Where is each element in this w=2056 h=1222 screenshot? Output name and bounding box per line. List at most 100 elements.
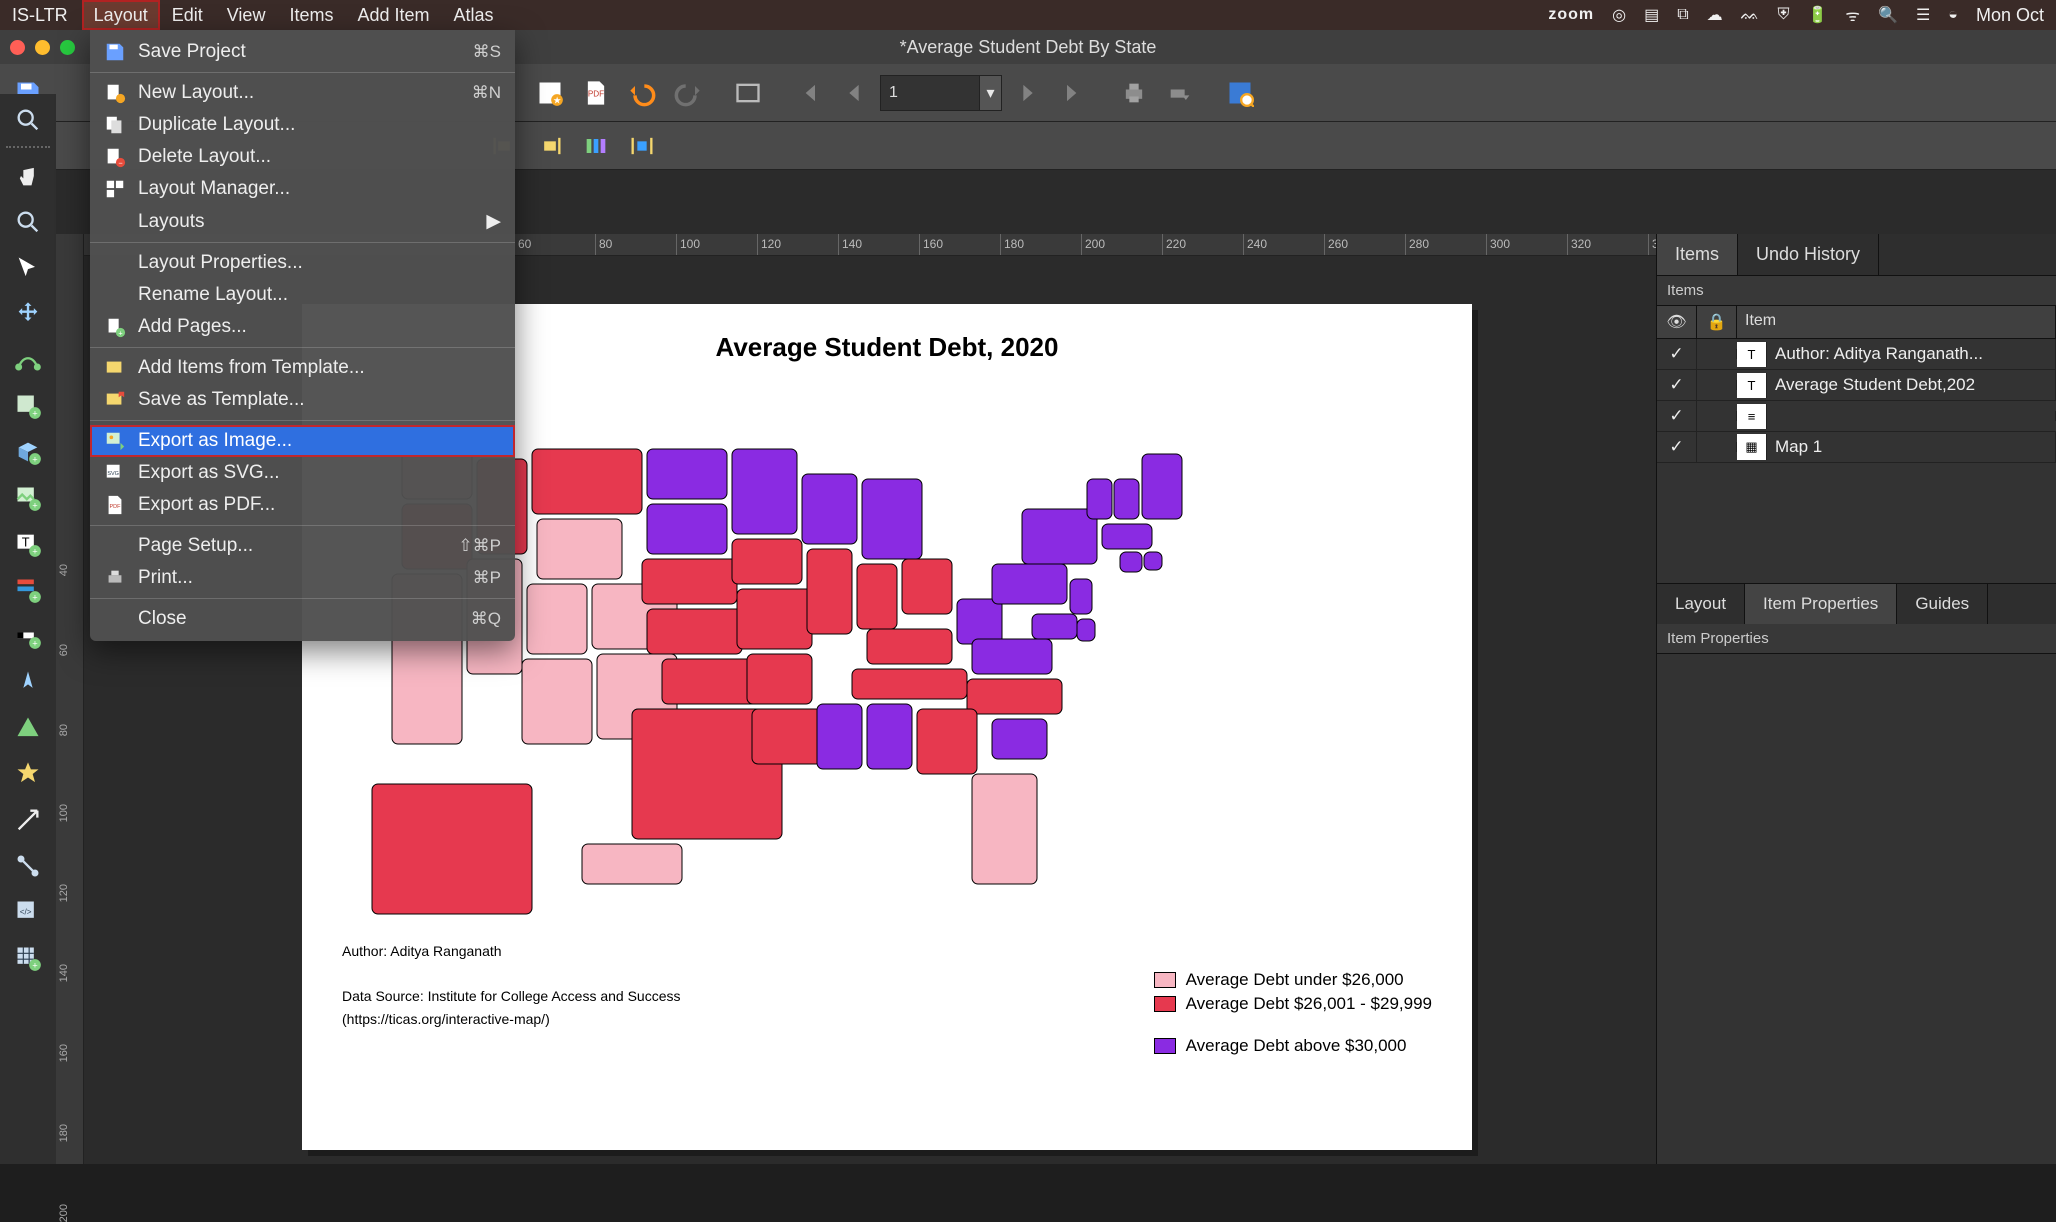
align-right-icon[interactable]: [530, 126, 570, 166]
eye-column-icon: 👁: [1657, 306, 1697, 338]
menu-add-item[interactable]: Add Item: [345, 0, 441, 30]
svg-text:+: +: [32, 639, 37, 649]
prev-page-icon[interactable]: [834, 73, 874, 113]
butterfly-icon: ᨐ: [1741, 6, 1760, 24]
zoom-full-icon[interactable]: [728, 73, 768, 113]
next-page-icon[interactable]: [1008, 73, 1048, 113]
export-pdf-icon[interactable]: PDF: [576, 73, 616, 113]
minimize-window-button[interactable]: [35, 40, 50, 55]
menu-item-page-setup[interactable]: Page Setup...⇧⌘P: [90, 530, 515, 562]
add-table-icon[interactable]: +: [8, 938, 48, 978]
add-arrow-icon[interactable]: [8, 800, 48, 840]
add-northarrow-icon[interactable]: [8, 662, 48, 702]
menu-item-delete-layout[interactable]: −Delete Layout...: [90, 141, 515, 173]
tab-guides[interactable]: Guides: [1897, 584, 1988, 624]
visibility-toggle[interactable]: ✓: [1657, 401, 1697, 431]
menu-item-layout-manager[interactable]: Layout Manager...: [90, 173, 515, 205]
menu-item-save-project[interactable]: Save Project⌘S: [90, 36, 515, 68]
menu-item-layout-properties[interactable]: Layout Properties...: [90, 247, 515, 279]
add-scalebar-icon[interactable]: +: [8, 616, 48, 656]
menu-item-export-as-svg[interactable]: SVGExport as SVG...: [90, 457, 515, 489]
menu-item-duplicate-layout[interactable]: Duplicate Layout...: [90, 109, 515, 141]
panel-section-label: Items: [1657, 276, 2056, 306]
layout-item-row[interactable]: ✓▦Map 1: [1657, 432, 2056, 463]
menubar-clock[interactable]: Mon Oct: [1976, 5, 2044, 26]
layout-item-row[interactable]: ✓TAverage Student Debt,202: [1657, 370, 2056, 401]
print-icon[interactable]: [1114, 73, 1154, 113]
lock-toggle[interactable]: [1697, 349, 1737, 359]
visibility-toggle[interactable]: ✓: [1657, 339, 1697, 369]
move-item-icon[interactable]: [8, 294, 48, 334]
ruler-tick: 60: [58, 644, 70, 656]
add-3dmap-icon[interactable]: +: [8, 432, 48, 472]
lock-toggle[interactable]: [1697, 380, 1737, 390]
redo-icon[interactable]: [668, 73, 708, 113]
atlas-preview-icon[interactable]: [1220, 73, 1260, 113]
svg-text:</>: </>: [20, 907, 32, 916]
menu-item-layouts[interactable]: Layouts▶: [90, 205, 515, 238]
menu-layout[interactable]: Layout: [82, 0, 160, 30]
svg-text:★: ★: [553, 95, 561, 105]
state-va: [972, 639, 1052, 674]
last-page-icon[interactable]: [1054, 73, 1094, 113]
menubar-right: zoom ◎ ▤ ⧉ ☁ ᨐ ⛨ 🔋 ᯤ 🔍 ☰ ◒ Mon Oct: [1548, 4, 2044, 26]
state-ri: [1144, 552, 1162, 570]
menu-item-label: Export as PDF...: [138, 494, 501, 516]
menu-atlas[interactable]: Atlas: [442, 0, 506, 30]
page-number-input[interactable]: [880, 75, 980, 111]
lock-toggle[interactable]: [1697, 442, 1737, 452]
select-tool-icon[interactable]: [8, 248, 48, 288]
add-marker-icon[interactable]: [8, 754, 48, 794]
print-dropdown-icon[interactable]: [1160, 73, 1200, 113]
new-layout-icon[interactable]: ★: [530, 73, 570, 113]
add-image-icon[interactable]: +: [8, 478, 48, 518]
control-center-icon[interactable]: ☰: [1916, 5, 1930, 25]
add-shape-icon[interactable]: [8, 708, 48, 748]
lock-toggle[interactable]: [1697, 411, 1737, 421]
tab-undo-history[interactable]: Undo History: [1738, 234, 1879, 275]
spotlight-icon[interactable]: 🔍: [1878, 5, 1898, 25]
menu-item-save-as-template[interactable]: Save as Template...: [90, 384, 515, 416]
page-number-field[interactable]: ▾: [880, 75, 1002, 111]
pan-tool-icon[interactable]: [8, 156, 48, 196]
distribute-vert-icon[interactable]: [622, 126, 662, 166]
chevron-down-icon[interactable]: ▾: [980, 75, 1002, 111]
first-page-icon[interactable]: [788, 73, 828, 113]
tab-item-properties[interactable]: Item Properties: [1745, 584, 1897, 624]
add-map-icon[interactable]: +: [8, 386, 48, 426]
layout-item-row[interactable]: ✓TAuthor: Aditya Ranganath...: [1657, 339, 2056, 370]
status-icon: ⧉: [1677, 6, 1688, 24]
add-legend-icon[interactable]: +: [8, 570, 48, 610]
zoom-tool2-icon[interactable]: [8, 202, 48, 242]
ruler-tick: 280: [1405, 234, 1429, 256]
menu-item-export-as-pdf[interactable]: PDFExport as PDF...: [90, 489, 515, 521]
add-nodeitem-icon[interactable]: [8, 846, 48, 886]
layout-item-row[interactable]: ✓≡: [1657, 401, 2056, 432]
menu-item-rename-layout[interactable]: Rename Layout...: [90, 279, 515, 311]
zoom-tool-icon[interactable]: [8, 100, 48, 140]
add-html-icon[interactable]: </>: [8, 892, 48, 932]
menu-edit[interactable]: Edit: [160, 0, 215, 30]
zoom-window-button[interactable]: [60, 40, 75, 55]
visibility-toggle[interactable]: ✓: [1657, 432, 1697, 462]
distribute-hor-icon[interactable]: [576, 126, 616, 166]
legend-row: Average Debt under $26,000: [1154, 970, 1432, 990]
menu-item-add-pages[interactable]: +Add Pages...: [90, 311, 515, 343]
tab-layout[interactable]: Layout: [1657, 584, 1745, 624]
state-wy: [537, 519, 622, 579]
menu-item-add-items-from-template[interactable]: Add Items from Template...: [90, 352, 515, 384]
svg-text:T: T: [22, 534, 30, 549]
menu-item-export-as-image[interactable]: Export as Image...: [90, 425, 515, 457]
svg-text:+: +: [32, 409, 37, 419]
menu-view[interactable]: View: [215, 0, 278, 30]
add-label-icon[interactable]: T+: [8, 524, 48, 564]
menu-item-close[interactable]: Close⌘Q: [90, 603, 515, 635]
edit-nodes-icon[interactable]: [8, 340, 48, 380]
menu-item-print[interactable]: Print...⌘P: [90, 562, 515, 594]
menu-items[interactable]: Items: [277, 0, 345, 30]
undo-icon[interactable]: [622, 73, 662, 113]
close-window-button[interactable]: [10, 40, 25, 55]
visibility-toggle[interactable]: ✓: [1657, 370, 1697, 400]
menu-item-new-layout[interactable]: New Layout...⌘N: [90, 77, 515, 109]
tab-items[interactable]: Items: [1657, 234, 1738, 275]
